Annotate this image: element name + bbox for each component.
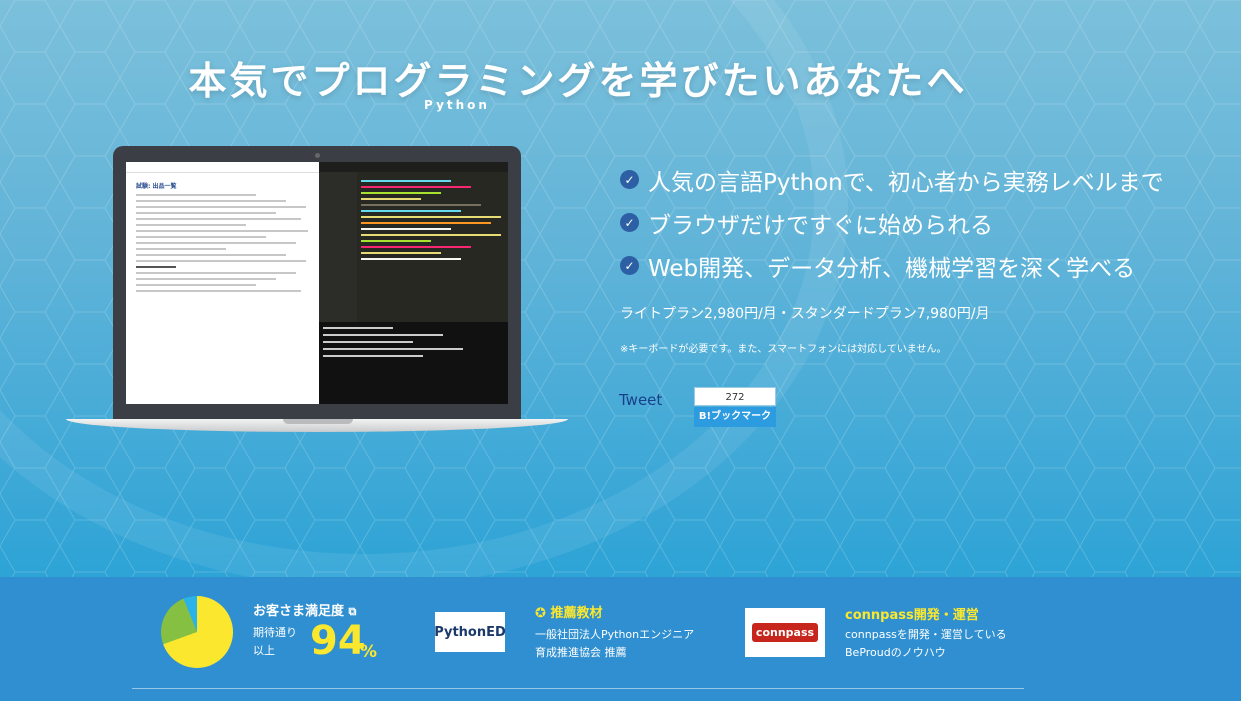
feature-text: ブラウザだけですぐに始められる — [648, 212, 993, 239]
tweet-link[interactable]: Tweet — [619, 391, 662, 409]
laptop-lid: 試験: 出品一覧 — [113, 146, 521, 421]
camera-dot — [315, 153, 320, 158]
laptop-illustration: 試験: 出品一覧 — [66, 146, 568, 436]
connpass-logo: connpass — [745, 608, 825, 657]
recommend-body: 一般社団法人Pythonエンジニア育成推進協会 推薦 — [535, 628, 695, 659]
check-icon: ✓ — [620, 256, 639, 275]
satisfaction-value: 94 — [310, 618, 366, 664]
feature-text: 人気の言語Pythonで、初心者から実務レベルまで — [648, 169, 1164, 196]
feature-item: ✓ Web開発、データ分析、機械学習を深く学べる — [620, 244, 1164, 287]
footer-divider — [132, 688, 1024, 689]
satisfaction-unit: % — [360, 642, 378, 662]
feature-item: ✓ ブラウザだけですぐに始められる — [620, 201, 1164, 244]
recommend-title-text: 推薦教材 — [550, 606, 603, 621]
laptop-screen: 試験: 出品一覧 — [126, 162, 508, 404]
note-text: ※キーボードが必要です。また、スマートフォンには対応していません。 — [620, 344, 947, 355]
hero-subtitle: Python — [424, 98, 490, 112]
satisfaction-pie-chart — [161, 596, 233, 668]
hero-section: 本気でプログラミングを学びたいあなたへ Python 試験: 出品一覧 ✓ 人気… — [0, 0, 1241, 577]
award-icon: ✪ — [535, 606, 546, 621]
check-icon: ✓ — [620, 170, 639, 189]
satisfaction-sub-line2: 以上 — [253, 644, 275, 657]
laptop-notch — [283, 419, 353, 424]
feature-item: ✓ 人気の言語Pythonで、初心者から実務レベルまで — [620, 158, 1164, 201]
hatena-count[interactable]: 272 — [694, 387, 776, 406]
satisfaction-title-text: お客さま満足度 — [253, 604, 345, 619]
pythoned-logo: PythonED — [434, 612, 506, 652]
satisfaction-sub: 期待通り 以上 — [253, 624, 297, 660]
feature-text: Web開発、データ分析、機械学習を深く学べる — [648, 255, 1136, 282]
connpass-body: connpassを開発・運営しているBeProudのノウハウ — [845, 628, 1007, 659]
check-icon: ✓ — [620, 213, 639, 232]
satisfaction-title[interactable]: お客さま満足度 ⧉ — [253, 600, 356, 619]
lesson-title: 試験: 出品一覧 — [136, 183, 177, 190]
connpass-logo-text: connpass — [751, 623, 819, 642]
hero-title: 本気でプログラミングを学びたいあなたへ — [188, 59, 968, 103]
editor-pane — [319, 162, 508, 404]
connpass-title: connpass開発・運営 — [845, 608, 979, 623]
price-text: ライトプラン2,980円/月・スタンダードプラン7,980円/月 — [620, 306, 990, 322]
lesson-pane: 試験: 出品一覧 — [126, 162, 319, 404]
recommend-title: ✪ 推薦教材 — [535, 602, 602, 621]
external-link-icon: ⧉ — [348, 605, 357, 618]
satisfaction-sub-line1: 期待通り — [253, 626, 297, 639]
hatena-bookmark-button[interactable]: B!ブックマーク — [694, 407, 776, 427]
feature-list: ✓ 人気の言語Pythonで、初心者から実務レベルまで ✓ ブラウザだけですぐに… — [620, 158, 1164, 287]
